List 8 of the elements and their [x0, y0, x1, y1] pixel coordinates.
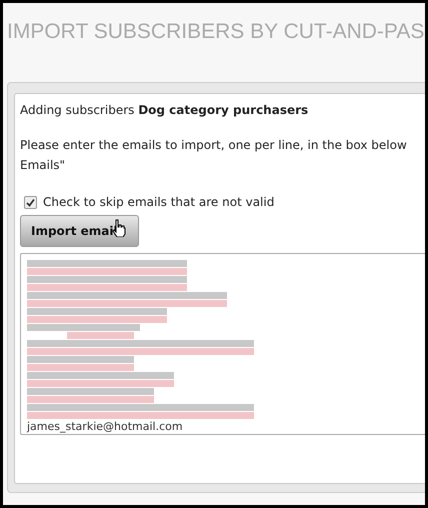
intro-text: Adding subscribers Dog category purchasers [20, 102, 310, 118]
instructions-text: Please enter the emails to import, one per line, in the box below [20, 137, 408, 154]
email-line: james_starkie@hotmail.com [27, 420, 184, 433]
skip-invalid-checkbox[interactable] [24, 196, 37, 208]
instructions-text: Emails" [20, 157, 66, 174]
emails-textarea[interactable]: james_starkie@hotmail.com [20, 253, 425, 435]
page-title: IMPORT SUBSCRIBERS BY CUT-AND-PAS [6, 19, 425, 42]
skip-invalid-label: Check to skip emails that are not valid [43, 194, 274, 211]
